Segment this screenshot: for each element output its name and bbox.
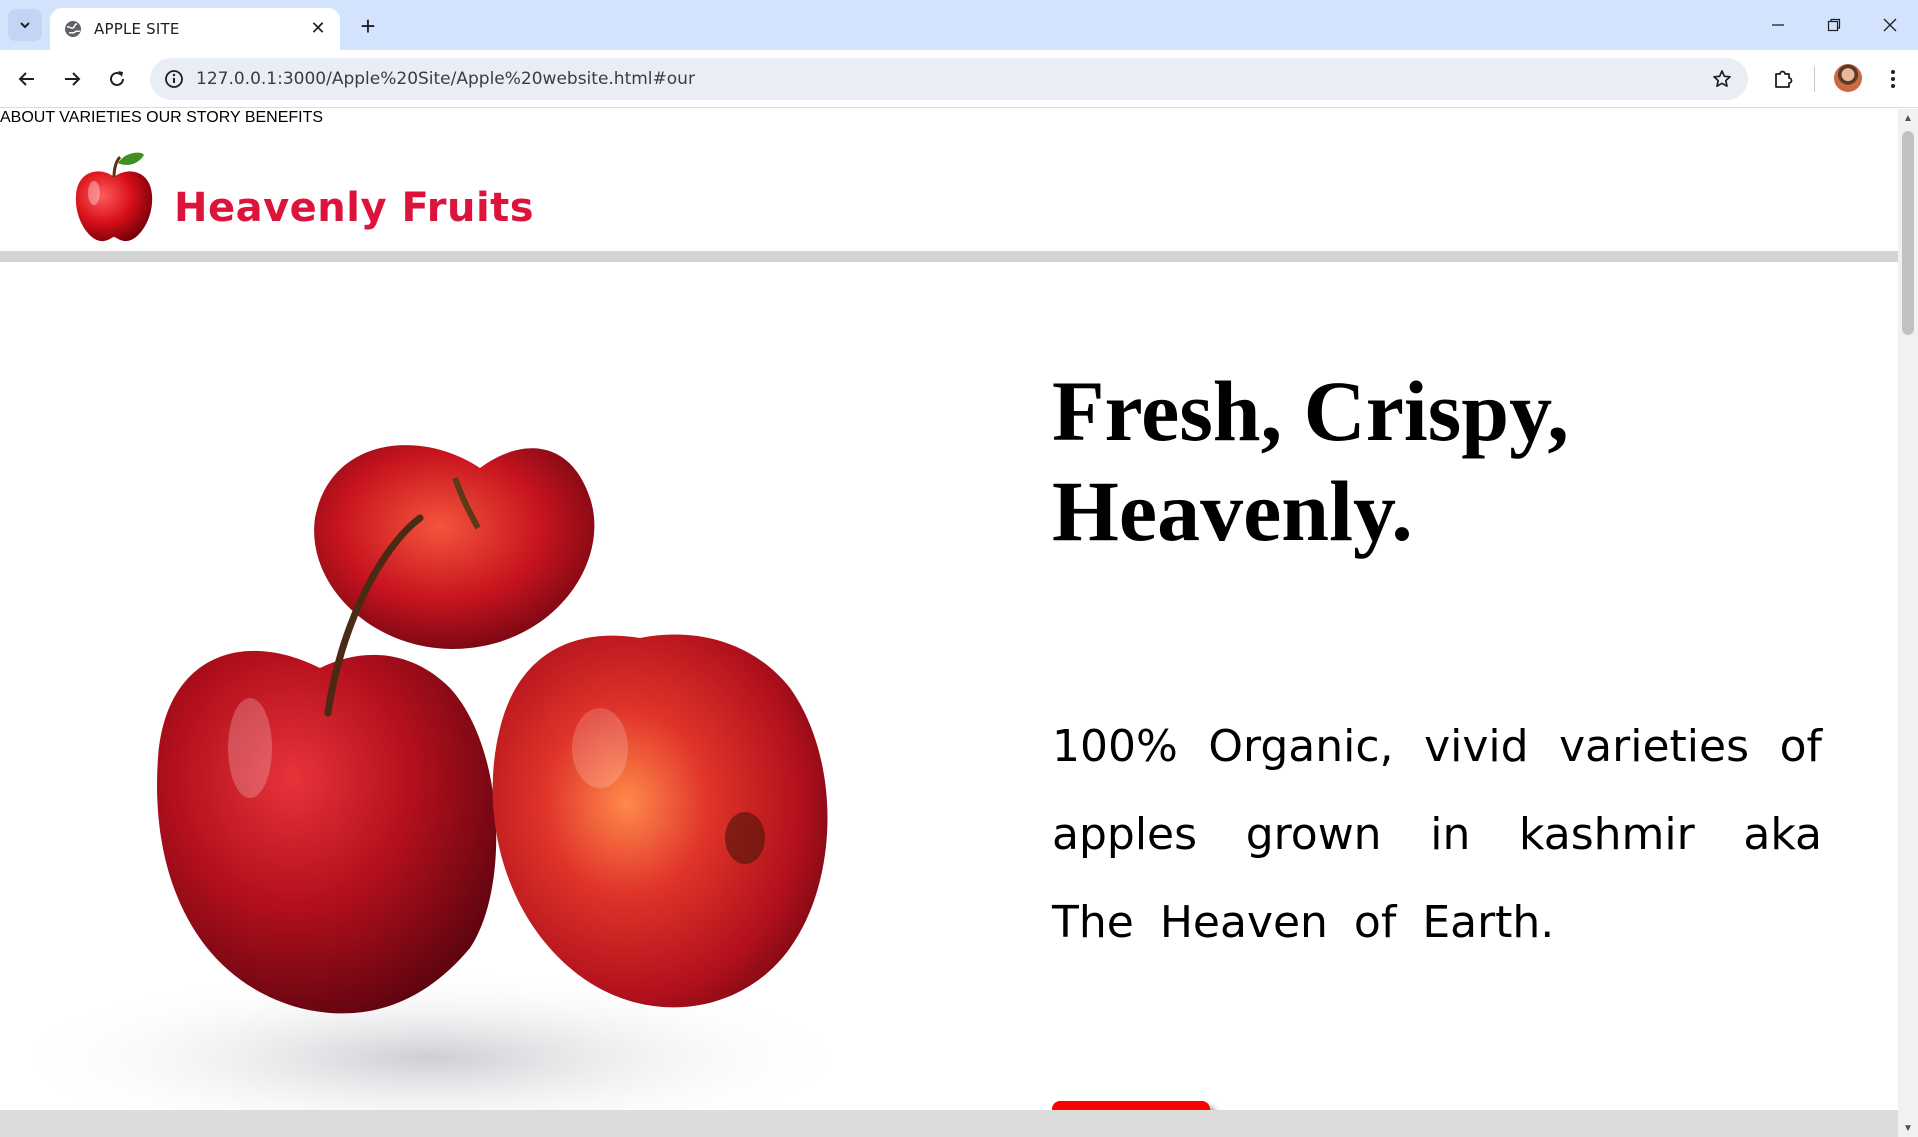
bookmark-star-icon[interactable] xyxy=(1710,67,1734,91)
restore-button[interactable] xyxy=(1806,0,1862,50)
reload-button[interactable] xyxy=(100,62,134,96)
nav-link-varieties[interactable]: VARIETIES xyxy=(59,109,141,126)
site-header: Heavenly Fruits ABOUT VARIETIES OUR STOR… xyxy=(0,109,1898,262)
hero-title-line1: Fresh, Crispy, xyxy=(1052,363,1569,459)
tab-search-button[interactable] xyxy=(8,9,42,41)
close-window-button[interactable] xyxy=(1862,0,1918,50)
hero-title-line2: Heavenly. xyxy=(1052,463,1413,559)
apple-logo[interactable] xyxy=(72,149,156,243)
profile-avatar[interactable] xyxy=(1834,64,1862,92)
minimize-icon xyxy=(1772,24,1784,26)
arrow-left-icon xyxy=(18,72,34,86)
tab-title: APPLE SITE xyxy=(94,20,180,38)
scroll-thumb[interactable] xyxy=(1902,131,1914,335)
browser-toolbar: 127.0.0.1:3000/Apple%20Site/Apple%20webs… xyxy=(0,50,1918,108)
browser-tab[interactable]: APPLE SITE ✕ xyxy=(50,8,340,50)
hero-description: 100% Organic, vivid varieties of apples … xyxy=(1052,721,1822,948)
arrow-right-icon xyxy=(65,72,81,86)
nav-link-about[interactable]: ABOUT xyxy=(0,109,55,126)
forward-button[interactable] xyxy=(55,62,89,96)
restore-icon xyxy=(1827,18,1841,32)
extensions-button[interactable] xyxy=(1766,62,1800,96)
scroll-up-arrow-icon[interactable]: ▲ xyxy=(1898,109,1918,127)
scroll-down-arrow-icon[interactable]: ▼ xyxy=(1898,1119,1918,1137)
brand-name[interactable]: Heavenly Fruits xyxy=(174,185,534,231)
puzzle-icon xyxy=(1775,70,1793,88)
next-section-band xyxy=(0,1110,1898,1137)
nav-link-benefits[interactable]: BENEFITS xyxy=(245,109,323,126)
chevron-down-icon xyxy=(20,22,30,29)
new-tab-button[interactable]: + xyxy=(352,10,384,42)
page-viewport: Heavenly Fruits ABOUT VARIETIES OUR STOR… xyxy=(0,109,1898,1137)
close-tab-icon[interactable]: ✕ xyxy=(306,16,330,40)
back-button[interactable] xyxy=(10,62,44,96)
minimize-button[interactable] xyxy=(1750,0,1806,50)
hero-title: Fresh, Crispy, Heavenly. xyxy=(1052,361,1812,561)
url-text[interactable]: 127.0.0.1:3000/Apple%20Site/Apple%20webs… xyxy=(196,69,695,89)
site-info-icon[interactable] xyxy=(162,67,186,91)
toolbar-divider xyxy=(1814,66,1815,92)
close-icon xyxy=(1883,18,1897,32)
browser-tab-bar: APPLE SITE ✕ + xyxy=(0,0,1918,50)
browser-menu-button[interactable] xyxy=(1876,62,1910,96)
apples-hero-image xyxy=(0,445,860,1118)
more-vertical-icon xyxy=(1891,70,1895,88)
nav-link-our-story[interactable]: OUR STORY xyxy=(146,109,240,126)
reload-icon xyxy=(110,71,124,86)
hero-section: Fresh, Crispy, Heavenly. 100% Organic, v… xyxy=(0,273,1898,1137)
page-scrollbar[interactable]: ▲ ▼ xyxy=(1898,109,1918,1137)
globe-icon xyxy=(65,21,81,37)
address-bar[interactable]: 127.0.0.1:3000/Apple%20Site/Apple%20webs… xyxy=(150,58,1748,100)
